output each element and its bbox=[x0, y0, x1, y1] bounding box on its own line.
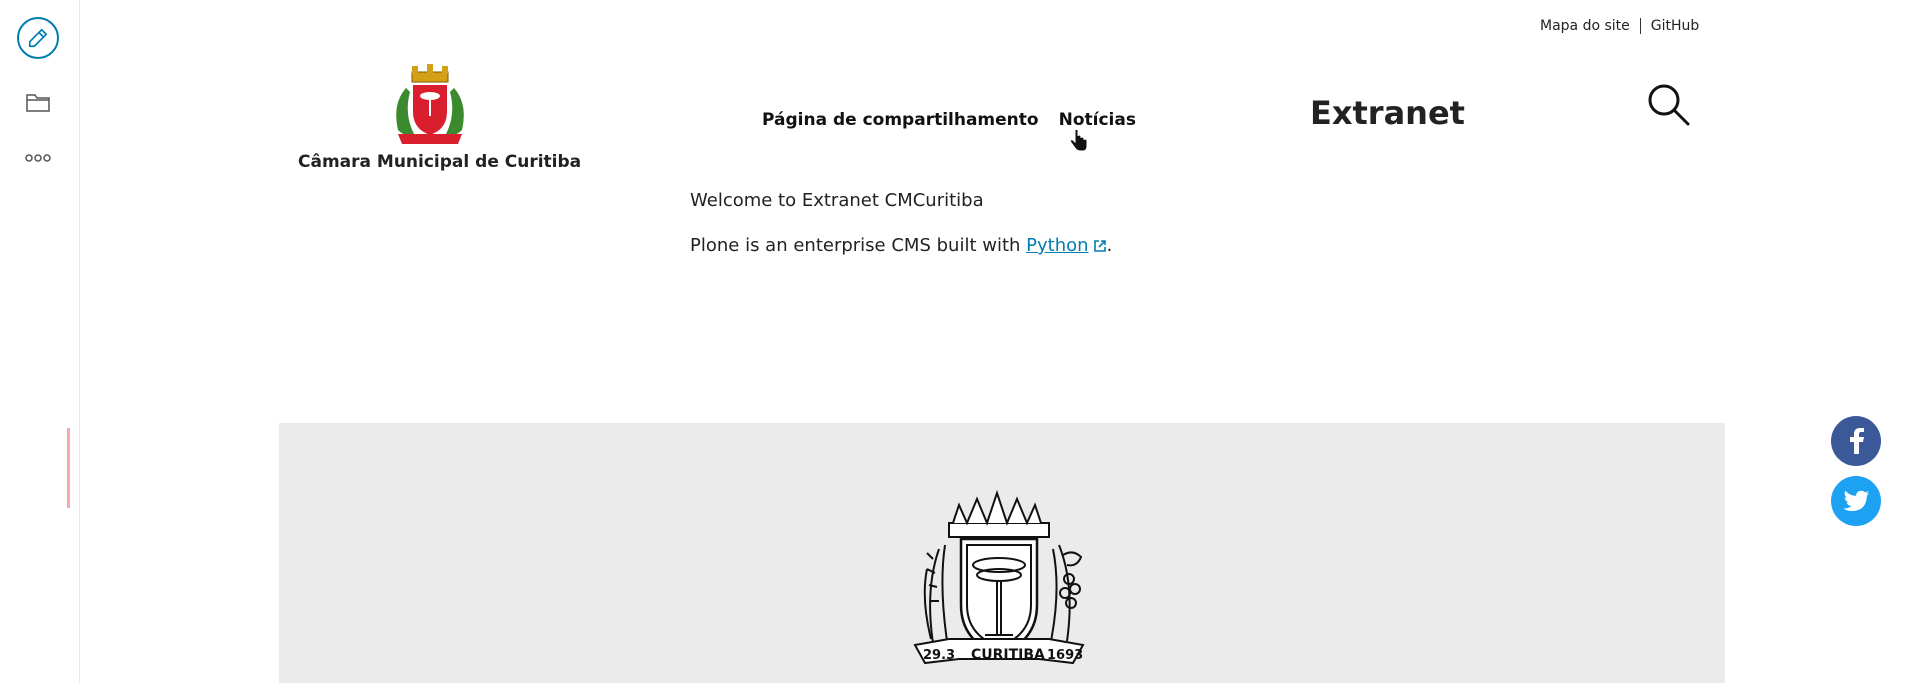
description-paragraph: Plone is an enterprise CMS built with Py… bbox=[690, 235, 1490, 256]
main-navigation: Página de compartilhamento Notícias bbox=[762, 110, 1136, 130]
svg-text:CURITIBA: CURITIBA bbox=[971, 647, 1045, 663]
more-button[interactable] bbox=[16, 136, 60, 180]
nav-item-pagina-compartilhamento[interactable]: Página de compartilhamento bbox=[762, 110, 1039, 130]
svg-text:29.3: 29.3 bbox=[923, 648, 955, 663]
footer: 29.3 CURITIBA 1693 bbox=[279, 423, 1725, 683]
site-actions: Mapa do site GitHub bbox=[1540, 18, 1699, 34]
pencil-icon bbox=[28, 28, 48, 48]
twitter-share-button[interactable] bbox=[1831, 476, 1881, 526]
description-text: is an enterprise CMS built with bbox=[739, 235, 1027, 256]
more-icon bbox=[25, 154, 51, 162]
coat-of-arms-footer-emblem: 29.3 CURITIBA 1693 bbox=[913, 489, 1085, 665]
edit-toolbar bbox=[0, 0, 80, 683]
python-link[interactable]: Python bbox=[1026, 235, 1106, 256]
coat-of-arms-logo bbox=[396, 64, 464, 144]
hand-cursor-icon bbox=[1070, 130, 1088, 152]
facebook-share-button[interactable] bbox=[1831, 416, 1881, 466]
search-icon bbox=[1648, 84, 1690, 126]
edit-button[interactable] bbox=[17, 17, 59, 59]
plone-word: Plone bbox=[690, 235, 740, 256]
site-name: Câmara Municipal de Curitiba bbox=[298, 152, 582, 172]
section-title: Extranet bbox=[1310, 94, 1465, 132]
divider bbox=[1639, 18, 1641, 34]
main-content: Welcome to Extranet CMCuritiba Plone is … bbox=[690, 190, 1490, 280]
contents-button[interactable] bbox=[16, 80, 60, 124]
facebook-icon bbox=[1850, 428, 1864, 454]
python-link-label: Python bbox=[1026, 235, 1089, 256]
external-link-icon bbox=[1093, 240, 1106, 252]
period: . bbox=[1106, 235, 1113, 256]
site-logo[interactable]: Câmara Municipal de Curitiba bbox=[298, 64, 582, 172]
search-button[interactable] bbox=[1644, 80, 1692, 128]
toolbar-accent-bar bbox=[67, 428, 70, 508]
github-link[interactable]: GitHub bbox=[1651, 18, 1700, 34]
twitter-icon bbox=[1843, 490, 1869, 511]
sitemap-link[interactable]: Mapa do site bbox=[1540, 18, 1630, 34]
svg-text:1693: 1693 bbox=[1047, 648, 1083, 663]
welcome-text: Welcome to Extranet CMCuritiba bbox=[690, 190, 984, 211]
nav-item-noticias[interactable]: Notícias bbox=[1059, 110, 1136, 130]
folder-icon bbox=[26, 94, 50, 112]
